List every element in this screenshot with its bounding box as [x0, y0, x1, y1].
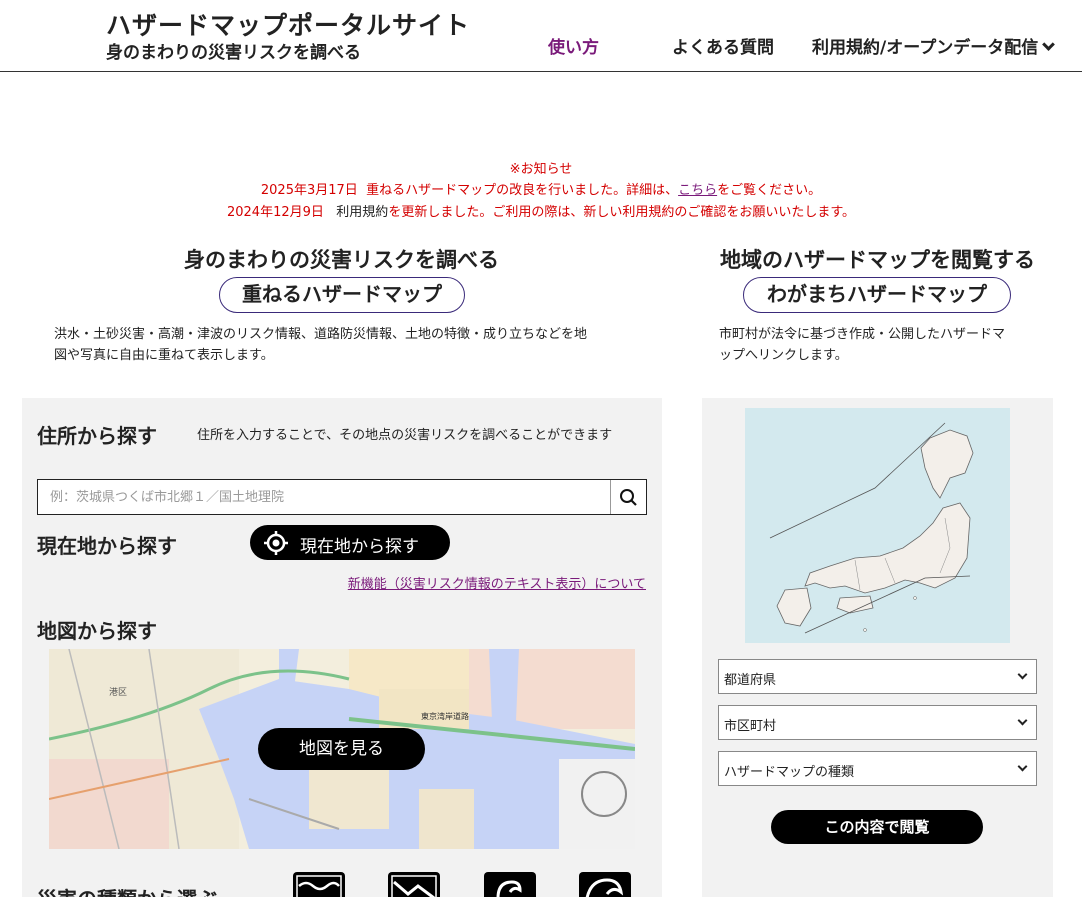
- notice-1-date: 2025年3月17日: [260, 183, 358, 198]
- notice-heading: ※お知らせ: [509, 162, 573, 177]
- site-title[interactable]: ハザードマップポータルサイト: [106, 6, 470, 42]
- location-target-icon: [264, 531, 288, 555]
- kasaneru-hazard-map-link[interactable]: 重ねるハザードマップ: [219, 277, 465, 313]
- address-search-box: [37, 479, 647, 515]
- prefecture-select-value: 都道府県: [724, 673, 777, 688]
- notice-2-date: 2024年12月9日: [226, 205, 324, 220]
- current-location-heading: 現在地から探す: [37, 534, 177, 558]
- tsunami-icon[interactable]: [579, 872, 631, 897]
- nav-usage[interactable]: 使い方: [548, 33, 599, 58]
- left-desc-line-2: 図や写真に自由に重ねて表示します。: [54, 348, 274, 363]
- disaster-type-heading: 災害の種類から選ぶ: [37, 883, 217, 897]
- city-select-value: 市区町村: [724, 719, 777, 734]
- notice-line-1: 2025年3月17日 重ねるハザードマップの改良を行いました。詳細は、こちらをご…: [0, 179, 1082, 198]
- regional-panel: 都道府県 市区町村 ハザードマップの種類 この内容で閲覧: [702, 398, 1053, 897]
- wagamachi-hazard-map-link[interactable]: わがまちハザードマップ: [743, 277, 1011, 313]
- right-section-title: 地域のハザードマップを閲覧する: [720, 248, 1035, 272]
- right-section-description: 市町村が法令に基づき作成・公開したハザードマ ップへリンクします。: [719, 324, 1039, 366]
- map-label-road: 東京湾岸道路: [421, 712, 469, 721]
- view-map-button[interactable]: 地図を見る: [258, 728, 425, 770]
- chevron-down-icon: [1017, 715, 1028, 726]
- chevron-down-icon: [1042, 38, 1056, 51]
- map-label-minato: 港区: [109, 688, 128, 698]
- address-search-heading: 住所から探す: [37, 424, 157, 448]
- chevron-down-icon: [1017, 761, 1028, 772]
- notice-details-link[interactable]: こちら: [678, 183, 717, 198]
- hazard-type-select-value: ハザードマップの種類: [724, 765, 855, 780]
- search-icon: [620, 489, 637, 506]
- notice-1-after: をご覧ください。: [717, 183, 822, 198]
- right-desc-line-1: 市町村が法令に基づき作成・公開したハザードマ: [719, 327, 1006, 342]
- nav-terms-label: 利用規約/オープンデータ配信: [812, 38, 1039, 58]
- current-location-button-label: 現在地から探す: [300, 537, 419, 557]
- right-desc-line-2: ップへリンクします。: [719, 348, 848, 363]
- chevron-down-icon: [1017, 669, 1028, 680]
- prefecture-select[interactable]: 都道府県: [718, 659, 1037, 694]
- notice-2-text: を更新しました。ご利用の際は、新しい利用規約のご確認をお願いいたします。: [388, 205, 856, 220]
- flood-icon[interactable]: [293, 872, 345, 897]
- new-feature-link[interactable]: 新機能（災害リスク情報のテキスト表示）について: [348, 573, 646, 592]
- map-search-heading: 地図から探す: [37, 619, 157, 643]
- left-section-description: 洪水・土砂災害・高潮・津波のリスク情報、道路防災情報、土地の特徴・成り立ちなどを…: [54, 324, 644, 366]
- japan-map-image: [745, 408, 1010, 643]
- nav-faq[interactable]: よくある質問: [672, 33, 774, 58]
- city-select[interactable]: 市区町村: [718, 705, 1037, 740]
- address-search-note: 住所を入力することで、その地点の災害リスクを調べることができます: [197, 428, 613, 443]
- current-location-button[interactable]: 現在地から探す: [250, 525, 450, 560]
- left-desc-line-1: 洪水・土砂災害・高潮・津波のリスク情報、道路防災情報、土地の特徴・成り立ちなどを…: [54, 327, 588, 342]
- storm-surge-icon[interactable]: [484, 872, 536, 897]
- site-header: ハザードマップポータルサイト 身のまわりの災害リスクを調べる 使い方 よくある質…: [0, 0, 1082, 72]
- address-search-input[interactable]: [38, 480, 611, 514]
- nav-terms[interactable]: 利用規約/オープンデータ配信: [812, 33, 1056, 58]
- site-subtitle: 身のまわりの災害リスクを調べる: [106, 43, 361, 63]
- search-button[interactable]: [611, 480, 646, 514]
- japan-map[interactable]: [745, 408, 1010, 643]
- hazard-type-select[interactable]: ハザードマップの種類: [718, 751, 1037, 786]
- notice-1-text: 重ねるハザードマップの改良を行いました。詳細は、: [366, 183, 679, 198]
- notice-line-2: 2024年12月9日 利用規約を更新しました。ご利用の際は、新しい利用規約のご確…: [0, 201, 1082, 220]
- left-section-title: 身のまわりの災害リスクを調べる: [184, 248, 499, 272]
- view-content-button[interactable]: この内容で閲覧: [771, 810, 983, 844]
- notice-terms-link[interactable]: 利用規約: [336, 205, 388, 220]
- landslide-icon[interactable]: [388, 872, 440, 897]
- search-panel: 住所から探す 住所を入力することで、その地点の災害リスクを調べることができます …: [22, 398, 662, 897]
